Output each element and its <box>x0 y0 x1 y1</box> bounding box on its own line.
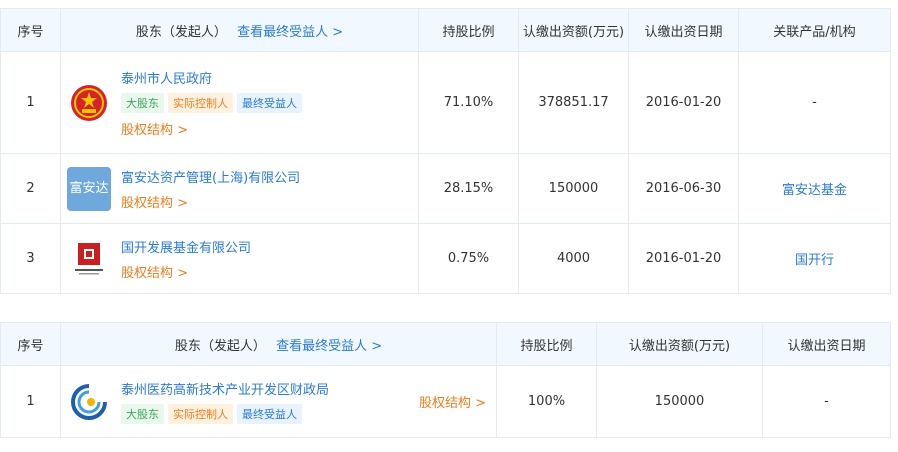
equity-structure-link[interactable]: 股权结构 > <box>121 262 251 281</box>
amount-cell: 150000 <box>596 365 763 438</box>
header-index: 序号 <box>0 8 61 52</box>
equity-structure-link[interactable]: 股权结构 > <box>121 192 300 211</box>
header-holder: 股东（发起人） 查看最终受益人 > <box>60 8 419 52</box>
amount-cell: 150000 <box>518 153 629 224</box>
holder-cell: 富安达 富安达资产管理(上海)有限公司 股权结构 > <box>60 153 419 224</box>
fuanda-logo-icon: 富安达 <box>67 166 111 211</box>
national-emblem-icon <box>67 81 111 125</box>
date-cell: 2016-06-30 <box>628 153 739 224</box>
related-link[interactable]: 富安达基金 <box>738 153 891 224</box>
header-amount: 认缴出资额(万元) <box>518 8 629 52</box>
date-cell: 2016-01-20 <box>628 223 739 294</box>
table-header: 序号 股东（发起人） 查看最终受益人 > 持股比例 认缴出资额(万元) 认缴出资… <box>0 8 891 52</box>
tag-actual-controller: 实际控制人 <box>168 404 233 424</box>
holder-cell: 泰州医药高新技术产业开发区财政局 大股东 实际控制人 最终受益人 股权结构 > <box>60 365 497 438</box>
holder-name[interactable]: 富安达资产管理(上海)有限公司 <box>121 167 300 186</box>
row-index: 2 <box>0 153 61 224</box>
amount-cell: 4000 <box>518 223 629 294</box>
header-index: 序号 <box>0 322 61 366</box>
header-holder-label: 股东（发起人） <box>174 338 266 354</box>
header-related: 关联产品/机构 <box>738 8 891 52</box>
holder-name[interactable]: 国开发展基金有限公司 <box>121 237 251 256</box>
tag-ultimate-beneficiary: 最终受益人 <box>237 404 302 424</box>
ratio-cell: 0.75% <box>418 223 519 294</box>
tag-major-shareholder: 大股东 <box>121 92 164 113</box>
row-index: 1 <box>0 365 61 438</box>
holder-name[interactable]: 泰州医药高新技术产业开发区财政局 <box>121 379 329 398</box>
tag-actual-controller: 实际控制人 <box>168 92 233 113</box>
header-amount: 认缴出资额(万元) <box>596 322 763 366</box>
holder-name[interactable]: 泰州市人民政府 <box>121 68 302 87</box>
table-row: 3 国开发展基金有限公司 股权结构 > 0.75% 4000 2016-01-2… <box>0 223 891 294</box>
table-row: 1 泰州市人民政府 大股东 实际控制人 最终受益人 股权结构 > 71.10% … <box>0 51 891 154</box>
header-date: 认缴出资日期 <box>762 322 891 366</box>
table-row: 2 富安达 富安达资产管理(上海)有限公司 股权结构 > 28.15% 1500… <box>0 153 891 224</box>
header-holder-label: 股东（发起人） <box>135 24 227 40</box>
ratio-cell: 100% <box>496 365 597 438</box>
tag-major-shareholder: 大股东 <box>121 404 164 424</box>
ratio-cell: 28.15% <box>418 153 519 224</box>
date-cell: - <box>762 365 891 438</box>
tag-ultimate-beneficiary: 最终受益人 <box>237 92 302 113</box>
view-beneficiary-link[interactable]: 查看最终受益人 > <box>276 339 382 354</box>
row-index: 3 <box>0 223 61 294</box>
header-holder: 股东（发起人） 查看最终受益人 > <box>60 322 497 366</box>
header-ratio: 持股比例 <box>418 8 519 52</box>
view-beneficiary-link[interactable]: 查看最终受益人 > <box>237 25 343 40</box>
header-date: 认缴出资日期 <box>628 8 739 52</box>
holder-cell: 泰州市人民政府 大股东 实际控制人 最终受益人 股权结构 > <box>60 51 419 154</box>
holder-cell: 国开发展基金有限公司 股权结构 > <box>60 223 419 294</box>
amount-cell: 378851.17 <box>518 51 629 154</box>
header-ratio: 持股比例 <box>496 322 597 366</box>
row-index: 1 <box>0 51 61 154</box>
ratio-cell: 71.10% <box>418 51 519 154</box>
related-cell: - <box>738 51 891 154</box>
shareholder-table-2: 序号 股东（发起人） 查看最终受益人 > 持股比例 认缴出资额(万元) 认缴出资… <box>0 322 891 438</box>
cdb-logo-icon <box>67 237 111 281</box>
swirl-logo-icon <box>67 380 111 424</box>
equity-structure-link[interactable]: 股权结构 > <box>121 119 302 138</box>
equity-structure-link[interactable]: 股权结构 > <box>419 392 496 411</box>
shareholder-table-1: 序号 股东（发起人） 查看最终受益人 > 持股比例 认缴出资额(万元) 认缴出资… <box>0 8 891 294</box>
related-link[interactable]: 国开行 <box>738 223 891 294</box>
table-row: 1 泰州医药高新技术产业开发区财政局 大股东 实际控制人 最终受益人 股权结构 … <box>0 365 891 438</box>
table-header: 序号 股东（发起人） 查看最终受益人 > 持股比例 认缴出资额(万元) 认缴出资… <box>0 322 891 366</box>
date-cell: 2016-01-20 <box>628 51 739 154</box>
